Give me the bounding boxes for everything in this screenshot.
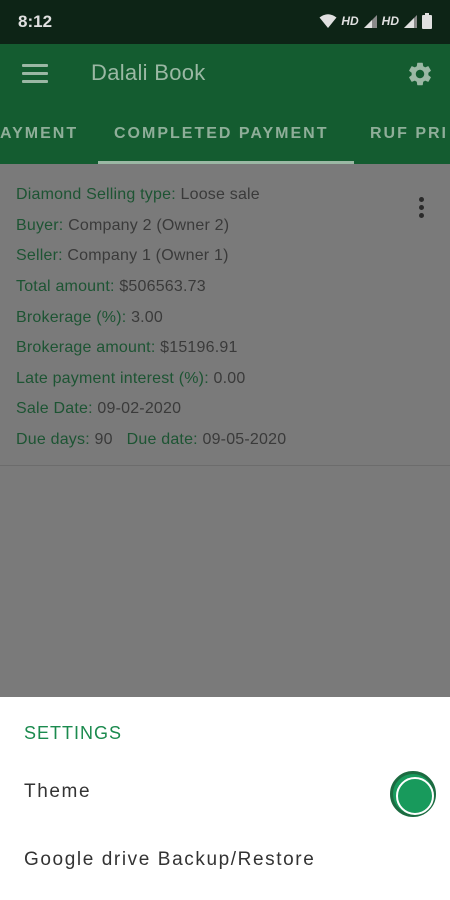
theme-option[interactable]: Theme xyxy=(24,781,91,803)
status-time: 8:12 xyxy=(18,12,53,31)
seller-row: Seller: Company 1 (Owner 1) xyxy=(16,247,229,265)
buyer-row: Buyer: Company 2 (Owner 2) xyxy=(16,217,229,235)
status-bar: 8:12 HD HD xyxy=(0,0,450,44)
seller-value: Company 1 (Owner 1) xyxy=(67,247,229,264)
hamburger-menu-icon[interactable] xyxy=(22,64,48,84)
selling-type-value: Loose sale xyxy=(180,186,260,203)
signal-icon xyxy=(363,14,377,28)
tab-payment[interactable]: AYMENT xyxy=(0,125,78,143)
sale-date-value: 09-02-2020 xyxy=(97,400,182,417)
payment-card[interactable]: Diamond Selling type: Loose sale Buyer: … xyxy=(0,164,450,466)
google-drive-backup-option[interactable]: Google drive Backup/Restore xyxy=(24,849,315,871)
due-days-value: 90 xyxy=(94,431,113,448)
total-amount-label: Total amount: xyxy=(16,278,115,295)
app-title: Dalali Book xyxy=(91,60,206,85)
due-row: Due days: 90 Due date: 09-05-2020 xyxy=(16,431,286,449)
tab-bar: AYMENT COMPLETED PAYMENT RUF PRI xyxy=(0,104,450,164)
wifi-icon xyxy=(319,13,337,28)
theme-color-swatch[interactable] xyxy=(390,771,436,817)
due-days-label: Due days: xyxy=(16,431,90,448)
hd-label: HD xyxy=(341,14,359,28)
sale-date-label: Sale Date: xyxy=(16,400,93,417)
seller-label: Seller: xyxy=(16,247,63,264)
settings-heading: SETTINGS xyxy=(24,723,123,743)
late-interest-label: Late payment interest (%): xyxy=(16,370,209,387)
battery-icon xyxy=(422,13,432,29)
due-date-value: 09-05-2020 xyxy=(202,431,287,448)
brokerage-pct-row: Brokerage (%): 3.00 xyxy=(16,309,163,327)
buyer-value: Company 2 (Owner 2) xyxy=(68,217,230,234)
buyer-label: Buyer: xyxy=(16,217,64,234)
hd-label: HD xyxy=(381,14,399,28)
brokerage-pct-label: Brokerage (%): xyxy=(16,309,127,326)
late-interest-value: 0.00 xyxy=(213,370,246,387)
more-options-icon[interactable] xyxy=(412,196,432,220)
tab-ruf-pri[interactable]: RUF PRI xyxy=(370,125,448,143)
status-icons: HD HD xyxy=(319,13,432,29)
app-bar: Dalali Book xyxy=(0,44,450,104)
signal-icon xyxy=(404,14,417,28)
brokerage-pct-value: 3.00 xyxy=(131,309,164,326)
brokerage-amount-row: Brokerage amount: $15196.91 xyxy=(16,339,238,357)
tab-completed-payment[interactable]: COMPLETED PAYMENT xyxy=(114,125,328,143)
selling-type-row: Diamond Selling type: Loose sale xyxy=(16,186,260,204)
total-amount-row: Total amount: $506563.73 xyxy=(16,278,206,296)
due-date-label: Due date: xyxy=(126,431,198,448)
selling-type-label: Diamond Selling type: xyxy=(16,186,176,203)
late-interest-row: Late payment interest (%): 0.00 xyxy=(16,370,245,388)
settings-bottom-sheet: SETTINGS Theme Google drive Backup/Resto… xyxy=(0,697,450,900)
brokerage-amount-label: Brokerage amount: xyxy=(16,339,156,356)
gear-icon[interactable] xyxy=(406,60,434,88)
brokerage-amount-value: $15196.91 xyxy=(160,339,238,356)
total-amount-value: $506563.73 xyxy=(119,278,206,295)
sale-date-row: Sale Date: 09-02-2020 xyxy=(16,400,181,418)
